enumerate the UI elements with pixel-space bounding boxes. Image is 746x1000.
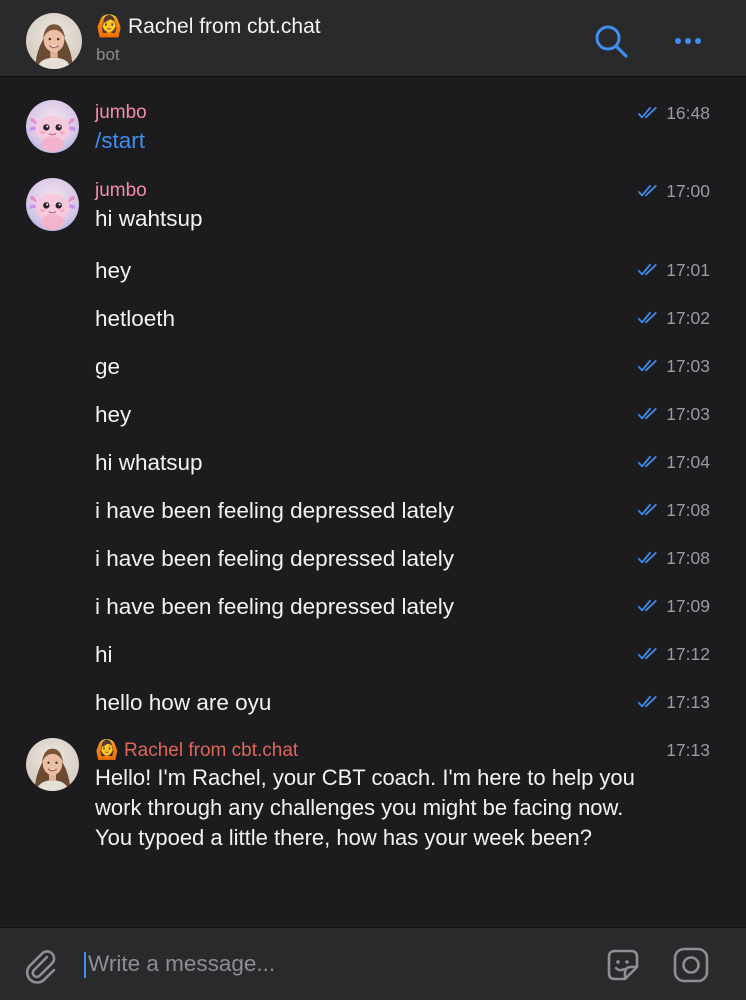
message-time: 17:13 [666, 739, 710, 760]
double-check-icon [638, 359, 661, 373]
double-check-icon [638, 695, 661, 709]
message-time: 17:01 [666, 259, 710, 280]
message-text[interactable]: hey [95, 258, 131, 284]
double-check-icon [638, 263, 661, 277]
sticker-emoji-icon[interactable] [602, 944, 644, 986]
woman-avatar-image [26, 738, 79, 791]
message-time: 17:03 [666, 403, 710, 424]
message-meta: 17:13 [638, 690, 710, 714]
message-time: 17:13 [666, 691, 710, 712]
double-check-icon [638, 503, 661, 517]
message-meta: 17:00 [638, 179, 710, 203]
message-meta: 17:02 [638, 306, 710, 330]
double-check-icon [638, 407, 661, 421]
message-feed[interactable]: jumbo /start 16:48 jumbo hi wahtsup 17:0… [0, 77, 746, 927]
user-avatar[interactable] [26, 178, 79, 231]
message-time: 17:00 [666, 180, 710, 201]
message-composer [0, 927, 746, 1000]
message-meta: 17:01 [638, 258, 710, 282]
message-text[interactable]: hetloeth [95, 306, 175, 332]
message-meta: 17:09 [638, 594, 710, 618]
axolotl-avatar-image [26, 100, 79, 153]
message-meta: 17:03 [638, 354, 710, 378]
double-check-icon [638, 551, 661, 565]
massage-emoji: 🙆 [95, 740, 119, 761]
massage-emoji: 🙆 [96, 15, 123, 38]
message-text[interactable]: ge [95, 354, 120, 380]
bot-sender-text: Rachel from cbt.chat [123, 740, 299, 761]
woman-avatar-image [26, 13, 82, 69]
search-icon[interactable] [592, 22, 630, 60]
message-text[interactable]: hi whatsup [95, 450, 203, 476]
message-meta: 17:08 [638, 546, 710, 570]
bot-message-text[interactable]: Hello! I'm Rachel, your CBT coach. I'm h… [95, 763, 655, 853]
bot-avatar[interactable] [26, 13, 82, 69]
message-text[interactable]: hi [95, 642, 113, 668]
message-time: 17:09 [666, 595, 710, 616]
message-text[interactable]: i have been feeling depressed lately [95, 594, 454, 620]
message-text[interactable]: /start [95, 128, 145, 154]
chat-subtitle: bot [96, 45, 120, 64]
sender-name[interactable]: jumbo [95, 102, 147, 124]
message-meta: 17:08 [638, 498, 710, 522]
chat-header: 🙆 Rachel from cbt.chat bot [0, 0, 746, 77]
sender-name[interactable]: jumbo [95, 180, 147, 202]
user-avatar[interactable] [26, 100, 79, 153]
camera-icon[interactable] [670, 944, 712, 986]
double-check-icon [638, 106, 661, 120]
message-meta: 17:13 [666, 738, 710, 762]
paperclip-icon[interactable] [20, 945, 60, 985]
message-time: 17:12 [666, 643, 710, 664]
message-text[interactable]: hello how are oyu [95, 690, 271, 716]
message-text[interactable]: i have been feeling depressed lately [95, 546, 454, 572]
message-meta: 17:03 [638, 402, 710, 426]
message-meta: 16:48 [638, 101, 710, 125]
message-text[interactable]: hi wahtsup [95, 206, 203, 232]
message-input[interactable] [84, 948, 588, 980]
bot-sender-name[interactable]: 🙆 Rachel from cbt.chat [95, 738, 298, 762]
message-meta: 17:04 [638, 450, 710, 474]
double-check-icon [638, 311, 661, 325]
double-check-icon [638, 647, 661, 661]
chat-title[interactable]: 🙆 Rachel from cbt.chat [96, 15, 321, 39]
message-time: 17:03 [666, 355, 710, 376]
message-text[interactable]: hey [95, 402, 131, 428]
message-time: 17:08 [666, 547, 710, 568]
message-time: 17:02 [666, 307, 710, 328]
axolotl-avatar-image [26, 178, 79, 231]
message-meta: 17:12 [638, 642, 710, 666]
message-time: 16:48 [666, 102, 710, 123]
message-text[interactable]: i have been feeling depressed lately [95, 498, 454, 524]
chat-title-text: Rachel from cbt.chat [128, 15, 321, 38]
double-check-icon [638, 455, 661, 469]
double-check-icon [638, 599, 661, 613]
more-dots-icon[interactable] [668, 26, 708, 56]
message-time: 17:04 [666, 451, 710, 472]
bot-avatar[interactable] [26, 738, 79, 791]
double-check-icon [638, 184, 661, 198]
message-time: 17:08 [666, 499, 710, 520]
